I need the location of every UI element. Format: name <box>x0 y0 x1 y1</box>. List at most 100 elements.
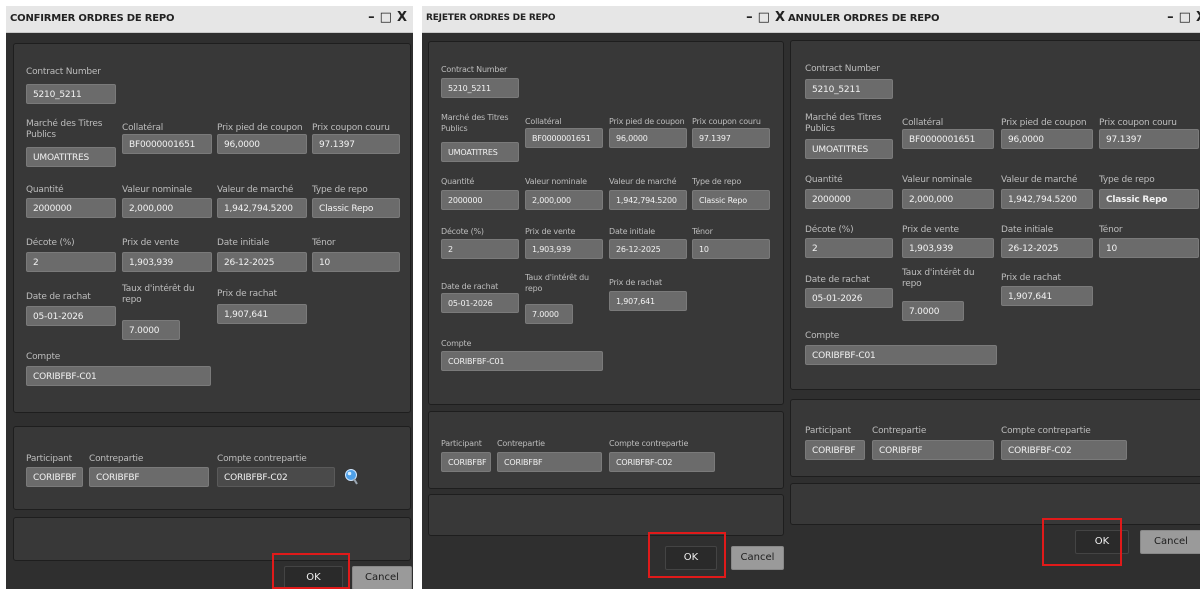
prix-rachat-field[interactable]: 1,907,641 <box>217 304 307 324</box>
compte-contrepartie-field[interactable]: CORIBFBF-C02 <box>217 467 335 487</box>
type-repo-field[interactable]: Classic Repo <box>692 190 770 210</box>
prix-rachat-field[interactable]: 1,907,641 <box>609 291 687 311</box>
marche-field[interactable]: UMOATITRES <box>805 139 893 159</box>
valeur-nominale-label: Valeur nominale <box>122 185 193 195</box>
prix-vente-field[interactable]: 1,903,939 <box>525 239 603 259</box>
valeur-marche-field[interactable]: 1,942,794.5200 <box>1001 189 1093 209</box>
minimize-icon[interactable]: – <box>368 10 375 25</box>
quantite-field[interactable]: 2000000 <box>805 189 893 209</box>
contrepartie-field[interactable]: CORIBFBF <box>872 440 994 460</box>
counterparty-panel: Participant Contrepartie Compte contrepa… <box>790 399 1200 477</box>
prix-couru-field[interactable]: 97.1397 <box>692 128 770 148</box>
prix-rachat-field[interactable]: 1,907,641 <box>1001 286 1093 306</box>
search-icon[interactable] <box>343 468 359 486</box>
prix-rachat-label: Prix de rachat <box>1001 273 1061 283</box>
window-title: REJETER ORDRES DE REPO <box>426 13 556 23</box>
title-bar: CONFIRMER ORDRES DE REPO – □ X <box>6 6 413 33</box>
compte-contrepartie-label: Compte contrepartie <box>1001 426 1091 436</box>
decote-label: Décote (%) <box>26 238 75 248</box>
prix-pied-label: Prix pied de coupon <box>609 117 685 126</box>
prix-pied-field[interactable]: 96,0000 <box>217 134 307 154</box>
message-panel <box>790 483 1200 525</box>
contrepartie-field[interactable]: CORIBFBF <box>89 467 209 487</box>
contrepartie-field[interactable]: CORIBFBF <box>497 452 602 472</box>
close-icon[interactable]: X <box>775 10 785 25</box>
prix-couru-field[interactable]: 97.1397 <box>312 134 400 154</box>
participant-field[interactable]: CORIBFBF <box>805 440 865 460</box>
participant-field[interactable]: CORIBFBF <box>26 467 83 487</box>
prix-pied-field[interactable]: 96,0000 <box>1001 129 1093 149</box>
decote-field[interactable]: 2 <box>805 238 893 258</box>
date-initiale-field[interactable]: 26-12-2025 <box>609 239 687 259</box>
prix-vente-field[interactable]: 1,903,939 <box>902 238 994 258</box>
ok-highlight <box>272 553 350 589</box>
valeur-nominale-field[interactable]: 2,000,000 <box>122 198 212 218</box>
decote-field[interactable]: 2 <box>441 239 519 259</box>
contract-number-field[interactable]: 5210_5211 <box>441 78 519 98</box>
quantite-field[interactable]: 2000000 <box>441 190 519 210</box>
cancel-button[interactable]: Cancel <box>731 546 784 570</box>
compte-field[interactable]: CORIBFBF-C01 <box>26 366 211 386</box>
type-repo-label: Type de repo <box>312 185 368 195</box>
cancel-button[interactable]: Cancel <box>1140 530 1200 554</box>
maximize-icon[interactable]: □ <box>758 10 770 25</box>
tenor-field[interactable]: 10 <box>692 239 770 259</box>
compte-contrepartie-field[interactable]: CORIBFBF-C02 <box>609 452 715 472</box>
valeur-nominale-field[interactable]: 2,000,000 <box>525 190 603 210</box>
date-rachat-field[interactable]: 05-01-2026 <box>26 306 116 326</box>
compte-field[interactable]: CORIBFBF-C01 <box>441 351 603 371</box>
tenor-field[interactable]: 10 <box>312 252 400 272</box>
reject-repo-window: REJETER ORDRES DE REPO – □ X Contract Numb… <box>422 6 789 589</box>
participant-field[interactable]: CORIBFBF <box>441 452 491 472</box>
compte-contrepartie-field[interactable]: CORIBFBF-C02 <box>1001 440 1127 460</box>
collateral-field[interactable]: BF0000001651 <box>902 129 994 149</box>
close-icon[interactable]: X <box>1196 10 1200 25</box>
date-rachat-field[interactable]: 05-01-2026 <box>805 288 893 308</box>
type-repo-field[interactable]: Classic Repo <box>1099 189 1199 209</box>
valeur-nominale-field[interactable]: 2,000,000 <box>902 189 994 209</box>
collateral-field[interactable]: BF0000001651 <box>525 128 603 148</box>
taux-interet-label: Taux d'intérêt du repo <box>525 273 589 293</box>
collateral-label: Collatéral <box>122 123 164 133</box>
prix-vente-label: Prix de vente <box>525 227 576 236</box>
taux-interet-field[interactable]: 7.0000 <box>122 320 180 340</box>
marche-field[interactable]: UMOATITRES <box>26 147 116 167</box>
maximize-icon[interactable]: □ <box>1179 10 1191 25</box>
contract-number-label: Contract Number <box>26 67 101 77</box>
marche-field[interactable]: UMOATITRES <box>441 142 519 162</box>
quantite-label: Quantité <box>805 175 843 185</box>
valeur-marche-label: Valeur de marché <box>609 177 677 186</box>
valeur-marche-field[interactable]: 1,942,794.5200 <box>217 198 307 218</box>
prix-rachat-label: Prix de rachat <box>609 278 662 287</box>
minimize-icon[interactable]: – <box>746 10 753 25</box>
contract-number-field[interactable]: 5210_5211 <box>26 84 116 104</box>
maximize-icon[interactable]: □ <box>380 10 392 25</box>
prix-pied-label: Prix pied de coupon <box>1001 118 1087 128</box>
decote-label: Décote (%) <box>805 225 854 235</box>
order-details-panel: Contract Number 5210_5211 Marché des Tit… <box>428 41 784 405</box>
date-initiale-field[interactable]: 26-12-2025 <box>217 252 307 272</box>
decote-field[interactable]: 2 <box>26 252 116 272</box>
contract-number-field[interactable]: 5210_5211 <box>805 79 893 99</box>
close-icon[interactable]: X <box>397 10 407 25</box>
collateral-field[interactable]: BF0000001651 <box>122 134 212 154</box>
counterparty-panel: Participant Contrepartie Compte contrepa… <box>428 411 784 489</box>
prix-couru-field[interactable]: 97.1397 <box>1099 129 1199 149</box>
compte-label: Compte <box>441 339 472 348</box>
taux-interet-field[interactable]: 7.0000 <box>902 301 964 321</box>
valeur-marche-field[interactable]: 1,942,794.5200 <box>609 190 687 210</box>
date-initiale-field[interactable]: 26-12-2025 <box>1001 238 1093 258</box>
minimize-icon[interactable]: – <box>1167 10 1174 25</box>
prix-vente-field[interactable]: 1,903,939 <box>122 252 212 272</box>
quantite-field[interactable]: 2000000 <box>26 198 116 218</box>
compte-field[interactable]: CORIBFBF-C01 <box>805 345 997 365</box>
tenor-field[interactable]: 10 <box>1099 238 1199 258</box>
cancel-button[interactable]: Cancel <box>352 566 412 589</box>
ok-highlight <box>1042 518 1122 566</box>
type-repo-field[interactable]: Classic Repo <box>312 198 400 218</box>
taux-interet-field[interactable]: 7.0000 <box>525 304 573 324</box>
order-details-panel: Contract Number 5210_5211 Marché des Tit… <box>790 40 1200 390</box>
prix-pied-field[interactable]: 96,0000 <box>609 128 687 148</box>
date-rachat-field[interactable]: 05-01-2026 <box>441 293 519 313</box>
marche-label: Marché des Titres Publics <box>441 113 509 133</box>
